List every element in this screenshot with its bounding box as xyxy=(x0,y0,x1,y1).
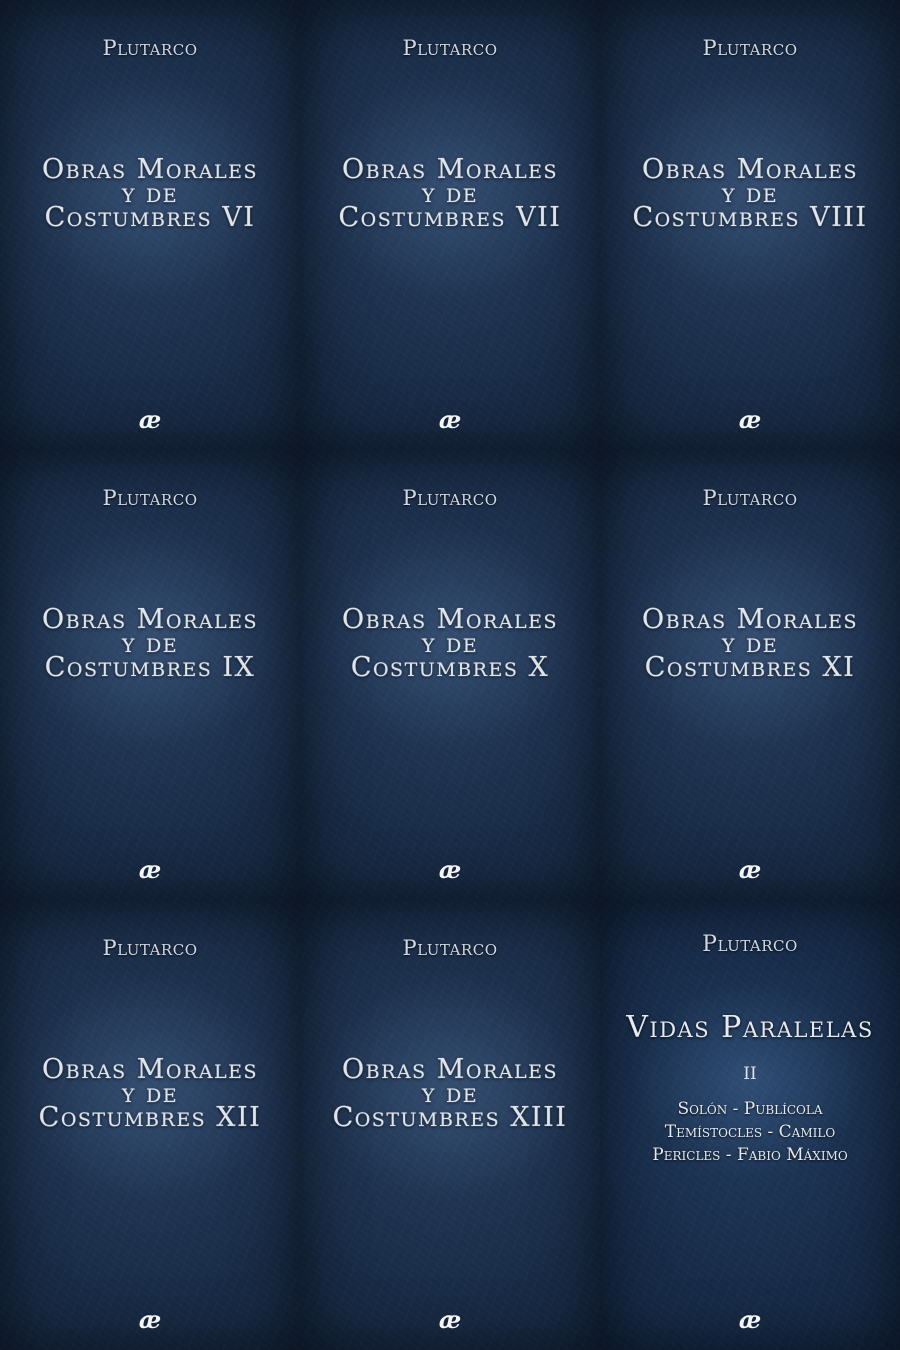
svg-text:æ: æ xyxy=(439,1307,461,1333)
author-name: Plutarco xyxy=(702,36,798,60)
title-line-3: Costumbres XII xyxy=(38,1102,262,1133)
ae-ligature-icon: æ xyxy=(600,405,900,438)
ae-ligature-icon: æ xyxy=(300,405,600,438)
book-title: Obras Morales y de Costumbres VI xyxy=(0,156,300,233)
book-cover-4[interactable]: Plutarco Obras Morales y de Costumbres X… xyxy=(300,450,600,900)
svg-text:æ: æ xyxy=(139,407,161,433)
volume-number: II xyxy=(743,1064,757,1084)
ae-ligature-icon: æ xyxy=(300,1305,600,1338)
svg-text:æ: æ xyxy=(739,1307,761,1333)
title-line-3: Costumbres XIII xyxy=(332,1102,568,1133)
author-name: Plutarco xyxy=(102,36,198,60)
svg-text:æ: æ xyxy=(139,857,161,883)
title-line-3: Costumbres X xyxy=(350,652,550,683)
book-cover-0[interactable]: Plutarco Obras Morales y de Costumbres V… xyxy=(0,0,300,450)
book-cover-1[interactable]: Plutarco Obras Morales y de Costumbres V… xyxy=(300,0,600,450)
title-line-3: Costumbres VIII xyxy=(632,202,868,233)
contents-line: Temístocles - Camilo xyxy=(664,1122,836,1142)
contents-line: Solón - Publícola xyxy=(677,1099,823,1119)
book-title: Obras Morales y de Costumbres XIII xyxy=(300,1056,600,1133)
svg-text:æ: æ xyxy=(139,1307,161,1333)
book-cover-grid: Plutarco Obras Morales y de Costumbres V… xyxy=(0,0,900,1350)
book-cover-6[interactable]: Plutarco Obras Morales y de Costumbres X… xyxy=(0,900,300,1350)
book-title: Obras Morales y de Costumbres VIII xyxy=(600,156,900,233)
book-title: Obras Morales y de Costumbres IX xyxy=(0,606,300,683)
book-title: Vidas Paralelas xyxy=(626,1010,874,1045)
contents-line: Pericles - Fabio Máximo xyxy=(652,1145,848,1165)
title-line-3: Costumbres VI xyxy=(44,202,256,233)
title-line-3: Costumbres IX xyxy=(44,652,256,683)
book-title: Obras Morales y de Costumbres X xyxy=(300,606,600,683)
author-name: Plutarco xyxy=(402,486,498,510)
author-name: Plutarco xyxy=(402,36,498,60)
svg-text:æ: æ xyxy=(439,857,461,883)
author-name: Plutarco xyxy=(102,936,198,960)
book-title: Obras Morales y de Costumbres XII xyxy=(0,1056,300,1133)
book-cover-2[interactable]: Plutarco Obras Morales y de Costumbres V… xyxy=(600,0,900,450)
book-title: Obras Morales y de Costumbres XI xyxy=(600,606,900,683)
author-name: Plutarco xyxy=(702,486,798,510)
author-name: Plutarco xyxy=(702,932,798,957)
title-line-3: Costumbres VII xyxy=(338,202,562,233)
contents-list: Solón - Publícola Temístocles - Camilo P… xyxy=(600,1098,900,1167)
title-line-3: Costumbres XI xyxy=(644,652,856,683)
svg-text:æ: æ xyxy=(439,407,461,433)
ae-ligature-icon: æ xyxy=(0,855,300,888)
ae-ligature-icon: æ xyxy=(0,1305,300,1338)
book-title: Obras Morales y de Costumbres VII xyxy=(300,156,600,233)
ae-ligature-icon: æ xyxy=(300,855,600,888)
book-cover-3[interactable]: Plutarco Obras Morales y de Costumbres I… xyxy=(0,450,300,900)
author-name: Plutarco xyxy=(102,486,198,510)
ae-ligature-icon: æ xyxy=(600,855,900,888)
svg-text:æ: æ xyxy=(739,857,761,883)
book-cover-vidas-paralelas[interactable]: Plutarco Vidas Paralelas II Solón - Publ… xyxy=(600,900,900,1350)
book-cover-7[interactable]: Plutarco Obras Morales y de Costumbres X… xyxy=(300,900,600,1350)
book-cover-5[interactable]: Plutarco Obras Morales y de Costumbres X… xyxy=(600,450,900,900)
author-name: Plutarco xyxy=(402,936,498,960)
svg-text:æ: æ xyxy=(739,407,761,433)
ae-ligature-icon: æ xyxy=(600,1305,900,1338)
ae-ligature-icon: æ xyxy=(0,405,300,438)
